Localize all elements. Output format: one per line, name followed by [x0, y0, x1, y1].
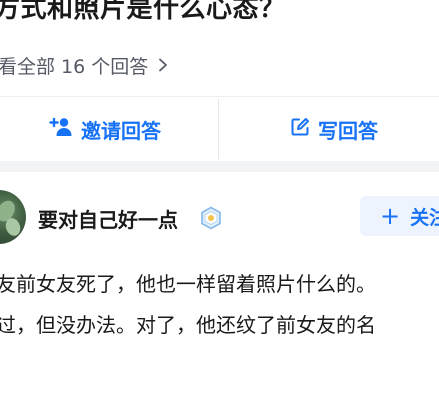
invite-answer-label: 邀请回答	[81, 118, 161, 143]
write-answer-button[interactable]: 写回答	[219, 115, 439, 144]
invite-answer-button[interactable]: 邀请回答	[0, 115, 218, 144]
follow-label: 关注	[410, 206, 439, 229]
question-title: 方式和照片是什么心态？	[0, 0, 286, 24]
view-all-label: 看全部 16 个回答	[0, 55, 149, 78]
user-badge-icon	[199, 206, 223, 230]
answer-action-bar: 邀请回答 写回答	[0, 97, 439, 161]
answer-author-row: 要对自己好一点 + 关注	[0, 190, 439, 246]
answer-text-line: 过，但没办法。对了，他还纹了前女友的名	[0, 313, 376, 337]
plus-icon: +	[380, 202, 401, 230]
section-separator	[0, 161, 439, 172]
edit-icon	[290, 117, 310, 142]
invite-user-icon	[49, 117, 73, 142]
write-answer-label: 写回答	[318, 118, 378, 143]
follow-button[interactable]: + 关注	[360, 196, 439, 236]
view-all-answers-link[interactable]: 看全部 16 个回答	[0, 50, 170, 80]
avatar-art	[3, 216, 23, 238]
answer-text-line: 友前女友死了，他也一样留着照片什么的。	[0, 272, 376, 296]
avatar[interactable]	[0, 190, 26, 244]
answer-page: 方式和照片是什么心态？ 看全部 16 个回答 邀请回答 写回答 要对自己好一点 …	[0, 0, 439, 400]
author-name[interactable]: 要对自己好一点	[38, 204, 178, 233]
chevron-right-icon	[156, 58, 170, 72]
